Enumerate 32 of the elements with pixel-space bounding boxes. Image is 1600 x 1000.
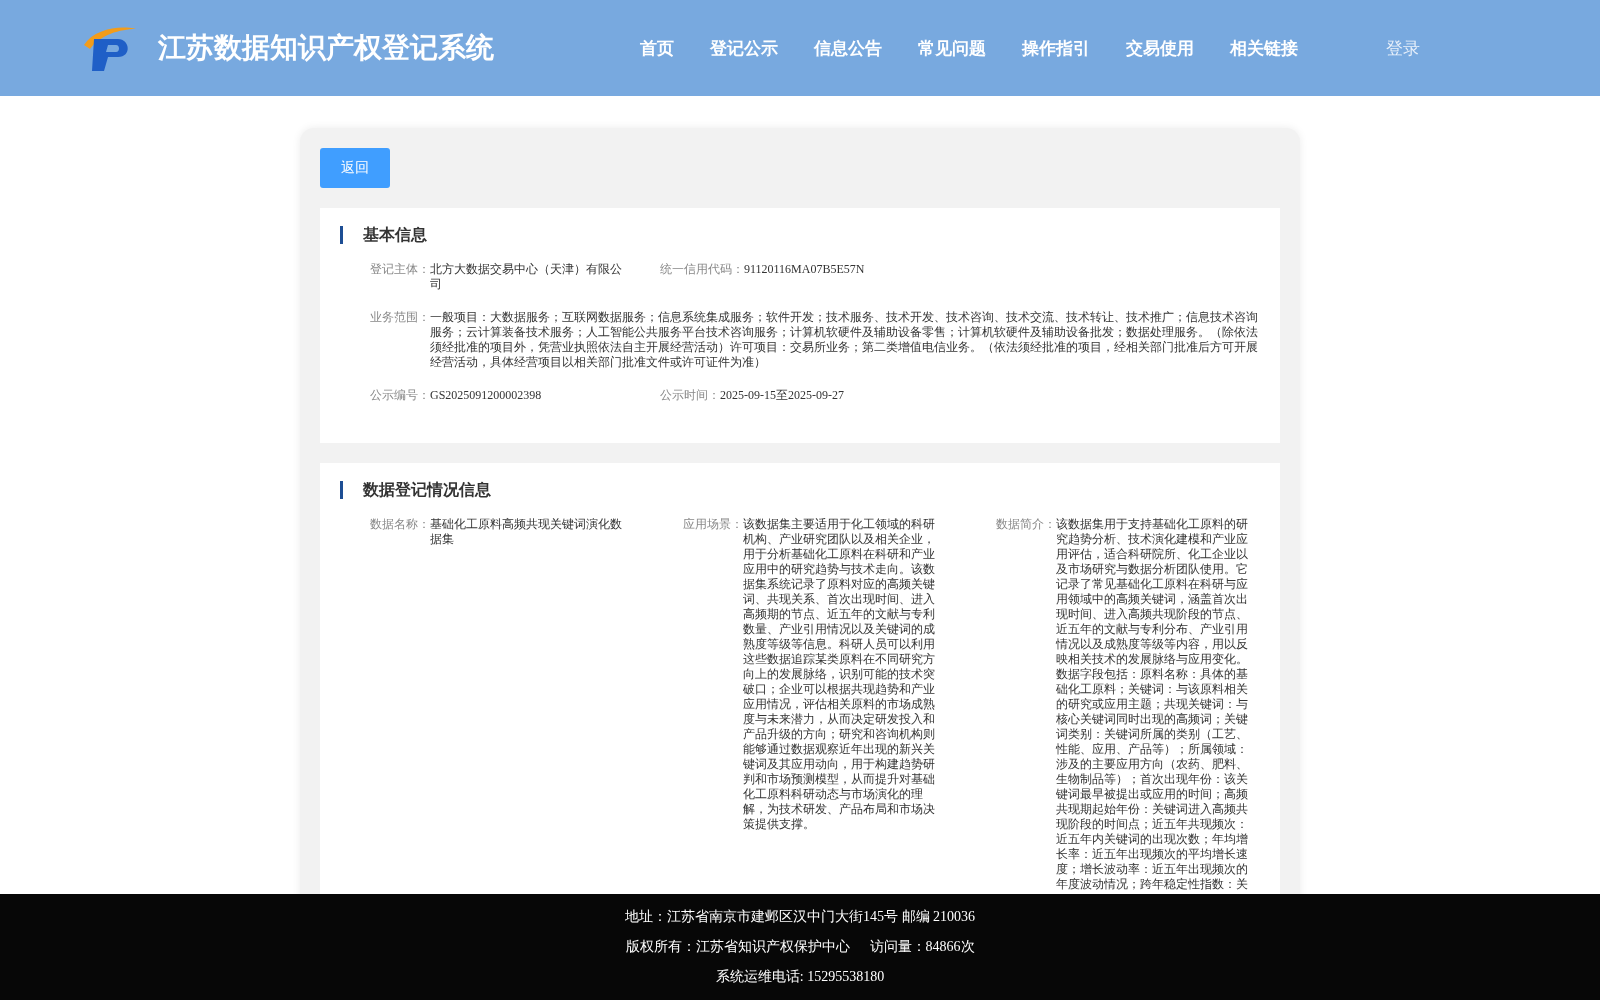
field-label: 应用场景： [683,517,743,533]
field-label: 业务范围： [370,310,430,326]
field-value: 2025-09-15至2025-09-27 [720,388,844,403]
footer-phone: 系统运维电话: 15295538180 [715,968,885,986]
footer-copyright: 版权所有：江苏省知识产权保护中心 [625,938,850,956]
field-value: 该数据集用于支持基础化工原料的研究趋势分析、技术演化建模和产业应用评估，适合科研院所、化工企业以及市场研究与数据分析团队使用。它记录了常见基础化工原料在科研与应用领域中的高频关键词，涵盖首次出现时间、进入高频共现阶段的节点、近五年的文献与专利分布、产业引用情况以及成熟度等级等内容，用以反映相关技术的发展脉络与应用变化。数据字段包括：原料名称：具体的基础化工原料；关键词：与该原料相关的研究或应用主题；共现关键词：与核心关键词同时出现的高频词；关键词类别：关键词所属的类别（工艺、性能、应用、产品等）；所属领域：涉及的主要应用方向（农药、肥料、生物制品等）；首次出现年份：该关键词最早被提出或应用的时间；高频共现期起始年份：关键词进入高频共现阶段的时间点；近五年共现频次：近五年内关键词的出现次数；年均增长率：近五年出现频次的平均增长速度；增长波动率：近五年出现频次的年度波动情况；跨年稳定性指数：关 [1056,517,1249,892]
section-title: 基本信息 [340,226,1260,244]
field-label: 公示编号： [370,388,430,403]
field-label: 数据名称： [370,517,430,533]
field-value: 该数据集主要适用于化工领域的科研机构、产业研究团队以及相关企业，用于分析基础化工原料在科研和产业应用中的研究趋势与技术走向。该数据集系统记录了原料对应的高频关键词、共现关系、首次出现时间、进入高频期的节点、近五年的文献与专利数量、产业引用情况以及关键词的成熟度等级等信息。科研人员可以利用这些数据追踪某类原料在不同研究方向上的发展脉络，识别可能的技术突破口；企业可以根据共现趋势和产业应用情况，评估相关原料的市场成熟度与未来潜力，从而决定研发投入和产品升级的方向；研究和咨询机构则能够通过数据观察近年出现的新兴关键词及其应用动向，用于构建趋势研判和市场预测模型，从而提升对基础化工原料科研动态与市场演化的理解，为技术研发、产品布局和市场决策提供支撑。 [743,517,936,832]
field-value: 基础化工原料高频共现关键词演化数据集 [430,517,623,547]
site-title: 江苏数据知识产权登记系统 [158,31,494,65]
field-label: 登记主体： [370,262,430,278]
field-value: GS2025091200002398 [430,388,542,403]
field-label: 统一信用代码： [660,262,744,277]
nav-link[interactable]: 信息公告 [814,36,882,60]
nav-link[interactable]: 常见问题 [918,36,986,60]
nav-link[interactable]: 首页 [640,36,674,60]
section-title: 数据登记情况信息 [340,481,1260,499]
field-value: 91120116MA07B5E57N [744,262,865,277]
nav-link[interactable]: 登记公示 [710,36,778,60]
footer-address: 地址：江苏省南京市建邺区汉中门大街145号 邮编 210036 [625,908,975,926]
back-button[interactable]: 返回 [320,148,390,188]
field-value: 北方大数据交易中心（天津）有限公司 [430,262,623,292]
nav-link[interactable]: 操作指引 [1022,36,1090,60]
visit-count: 访问量：84866次 [869,938,975,956]
field-value: 一般项目：大数据服务；互联网数据服务；信息系统集成服务；软件开发；技术服务、技术开发、技术咨询、技术交流、技术转让、技术推广；信息技术咨询服务；云计算装备技术服务；人工智能公共服务平台技术咨询服务；计算机软硬件及辅助设备零售；计算机软硬件及辅助设备批发；数据处理服务。（除依法须经批准的项目外，凭营业执照依法自主开展经营活动）许可项目：交易所业务；第二类增值电信业务。（依法须经批准的项目，经相关部门批准后方可开展经营活动，具体经营项目以相关部门批准文件或许可证件为准） [430,310,1259,370]
field-label: 数据简介： [996,517,1056,533]
nav-link[interactable]: 交易使用 [1126,36,1194,60]
login-link[interactable]: 登录 [1386,36,1420,60]
field-label: 公示时间： [660,388,720,403]
nav-link[interactable]: 相关链接 [1230,36,1298,60]
